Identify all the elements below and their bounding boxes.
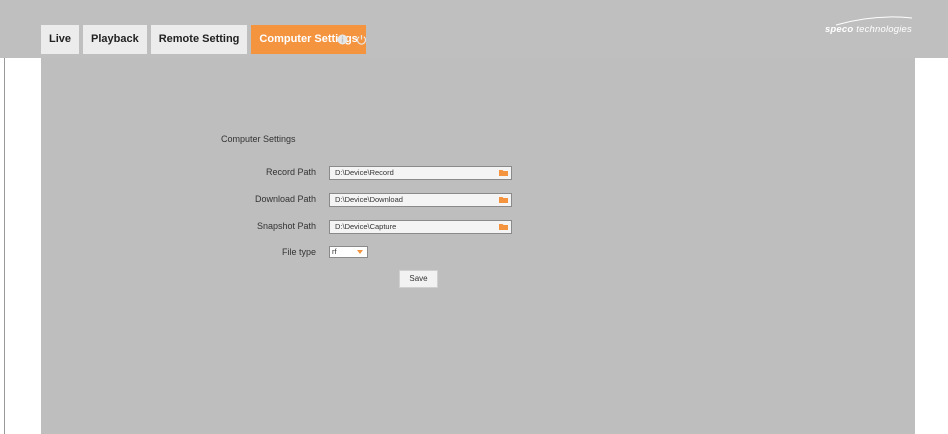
- download-path-label: Download Path: [254, 194, 316, 204]
- power-icon[interactable]: [356, 32, 367, 50]
- snapshot-path-field[interactable]: D:\Device\Capture: [329, 220, 512, 234]
- brand-logo: speco technologies: [825, 24, 912, 35]
- record-path-label: Record Path: [265, 167, 316, 177]
- folder-icon[interactable]: [499, 196, 508, 203]
- folder-icon[interactable]: [499, 169, 508, 176]
- left-divider: [4, 58, 5, 434]
- download-path-field[interactable]: D:\Device\Download: [329, 193, 512, 207]
- main-tabs: Live Playback Remote Setting Computer Se…: [41, 25, 370, 54]
- dropdown-arrow-icon: [357, 250, 363, 254]
- logo-rest-text: technologies: [853, 24, 912, 35]
- logo-bold-text: speco: [824, 24, 854, 35]
- info-icon[interactable]: [337, 32, 348, 50]
- folder-icon[interactable]: [499, 223, 508, 230]
- file-type-select[interactable]: rf: [329, 246, 368, 258]
- save-button[interactable]: Save: [399, 270, 438, 288]
- tab-remote-setting[interactable]: Remote Setting: [150, 25, 248, 54]
- tab-computer-settings[interactable]: Computer Settings: [251, 25, 366, 54]
- download-path-value: D:\Device\Download: [335, 195, 403, 204]
- file-type-value: rf: [332, 247, 337, 256]
- top-bar: Live Playback Remote Setting Computer Se…: [0, 0, 948, 58]
- tab-playback[interactable]: Playback: [83, 25, 147, 54]
- snapshot-path-label: Snapshot Path: [256, 221, 316, 231]
- settings-panel: [41, 58, 915, 434]
- section-title: Computer Settings: [221, 134, 296, 144]
- record-path-value: D:\Device\Record: [335, 168, 394, 177]
- file-type-label: File type: [281, 247, 316, 257]
- snapshot-path-value: D:\Device\Capture: [335, 222, 397, 231]
- record-path-field[interactable]: D:\Device\Record: [329, 166, 512, 180]
- tab-live[interactable]: Live: [41, 25, 80, 54]
